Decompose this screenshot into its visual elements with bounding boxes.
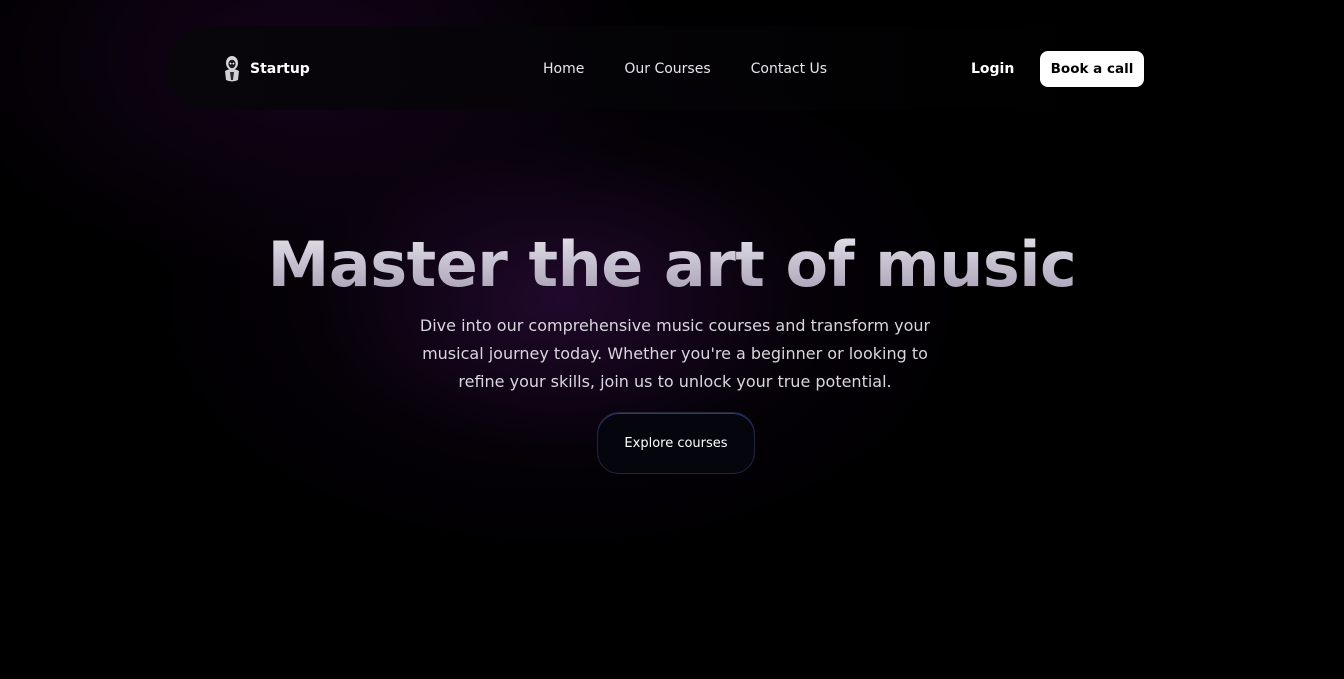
book-a-call-button[interactable]: Book a call [1040, 51, 1144, 87]
hooded-figure-logo-icon [225, 56, 239, 82]
hero-title: Master the art of music [0, 222, 1344, 308]
brand[interactable]: Startup [222, 54, 310, 84]
nav-link-contact-us[interactable]: Contact Us [751, 61, 827, 77]
explore-courses-button[interactable]: Explore courses [597, 412, 755, 474]
login-link[interactable]: Login [971, 58, 1014, 80]
brand-name: Startup [250, 61, 310, 77]
main-nav: Home Our Courses Contact Us [543, 58, 827, 80]
nav-link-home[interactable]: Home [543, 61, 584, 77]
landing-page: Startup Home Our Courses Contact Us Logi… [0, 0, 1344, 679]
hero-subtitle: Dive into our comprehensive music course… [419, 316, 931, 391]
nav-link-our-courses[interactable]: Our Courses [624, 61, 710, 77]
